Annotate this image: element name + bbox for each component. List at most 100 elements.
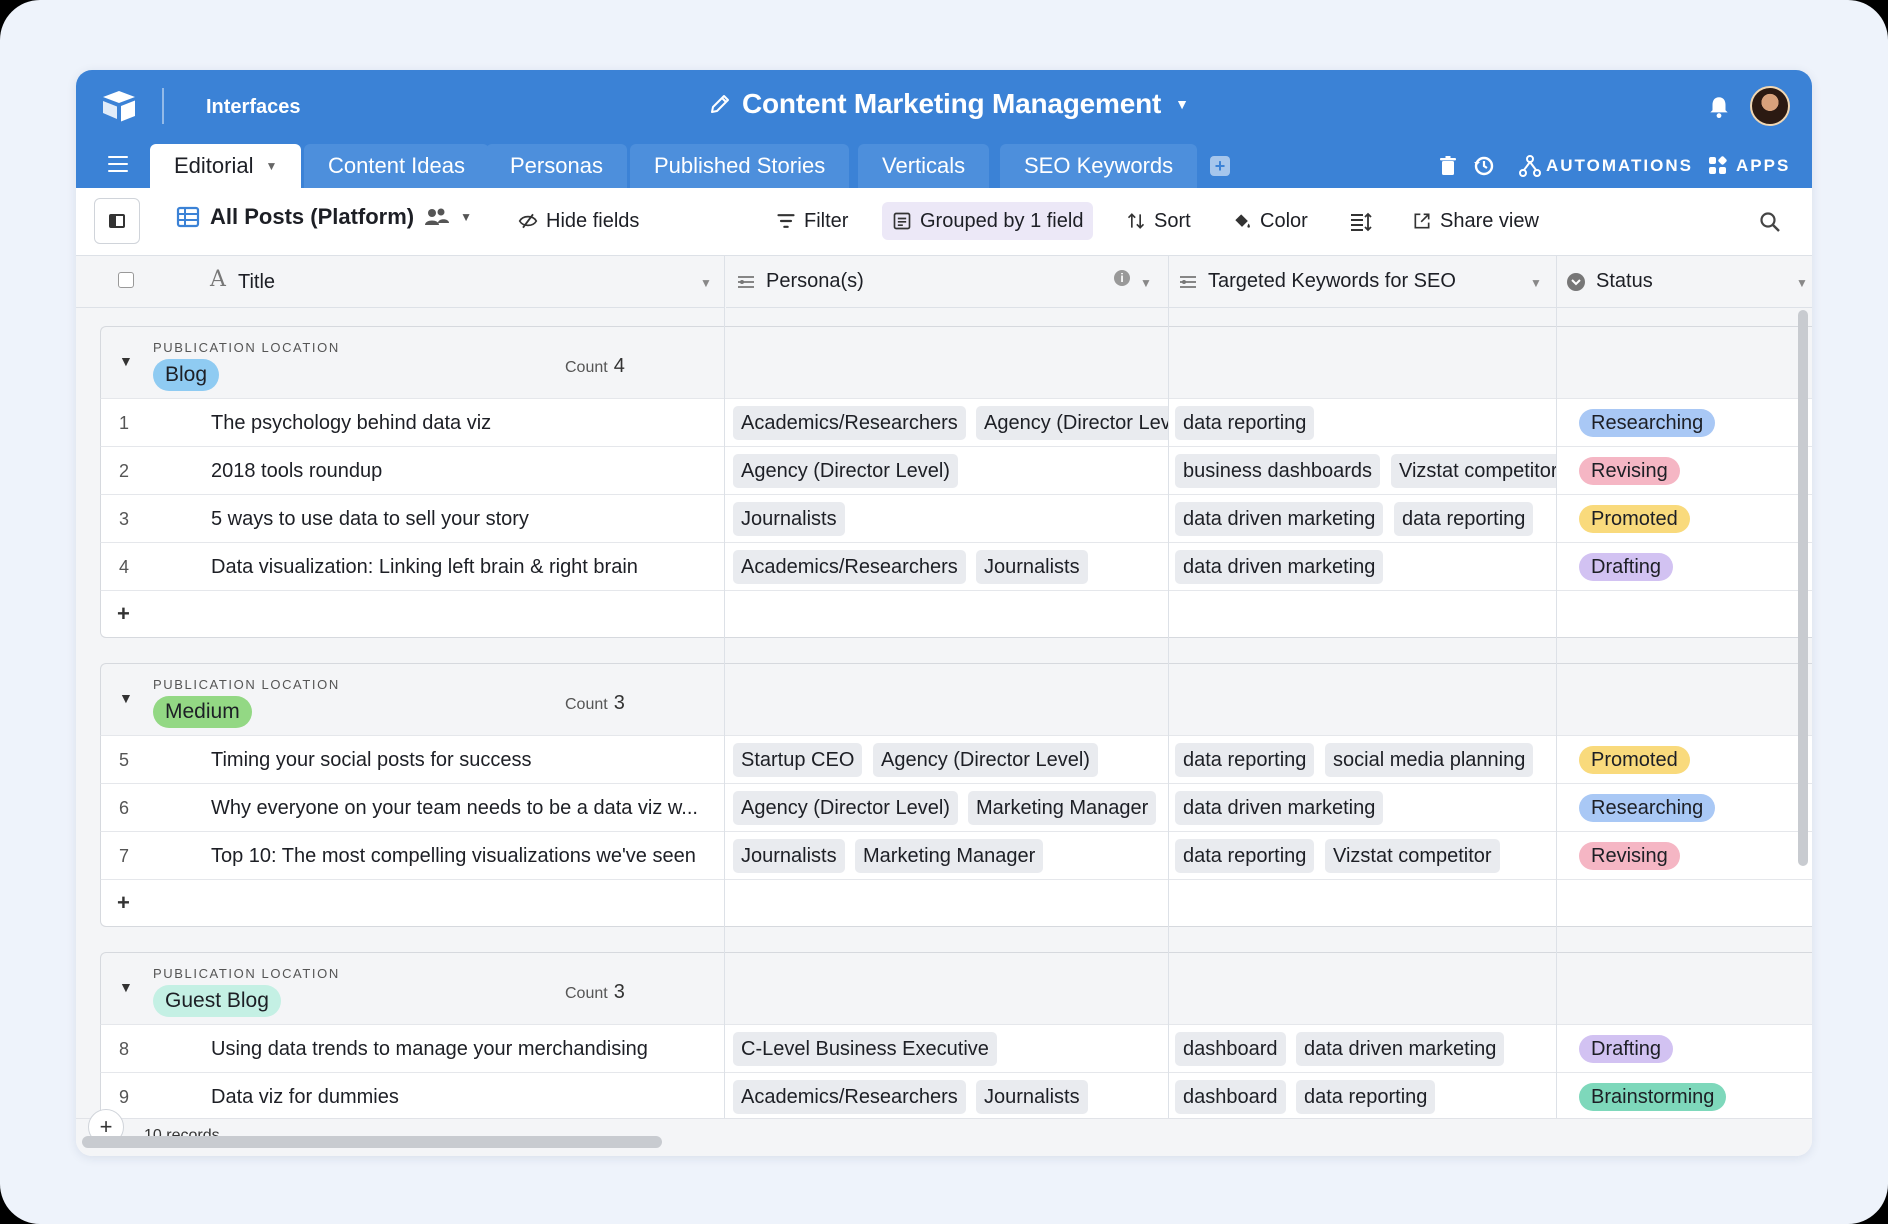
row-title[interactable]: 5 ways to use data to sell your story	[211, 508, 727, 531]
trash-icon[interactable]	[1436, 154, 1460, 178]
collapse-triangle-icon[interactable]: ▼	[119, 979, 133, 995]
sort-button[interactable]: Sort	[1116, 202, 1201, 240]
row-title[interactable]: Data viz for dummies	[211, 1086, 727, 1109]
interfaces-link[interactable]: Interfaces	[206, 96, 301, 119]
persona-chip[interactable]: Academics/Researchers	[733, 1080, 966, 1114]
tab-content-ideas[interactable]: Content Ideas	[304, 144, 489, 188]
automations-button[interactable]: AUTOMATIONS	[1546, 156, 1693, 176]
keyword-chip[interactable]: data reporting	[1296, 1080, 1436, 1114]
chevron-down-icon: ▼	[265, 159, 278, 173]
keyword-chip[interactable]: Vizstat competitor	[1391, 454, 1557, 488]
tab-label: Editorial	[174, 153, 254, 178]
tab-editorial[interactable]: Editorial ▼	[150, 144, 302, 188]
filter-button[interactable]: Filter	[766, 202, 858, 240]
persona-chip[interactable]: Journalists	[976, 1080, 1088, 1114]
vertical-scrollbar[interactable]	[1798, 310, 1808, 866]
persona-chip[interactable]: Journalists	[733, 839, 845, 873]
tab-personas[interactable]: Personas	[486, 144, 627, 188]
persona-chip[interactable]: Agency (Director Level)	[873, 743, 1098, 777]
horizontal-scrollbar[interactable]	[82, 1136, 662, 1148]
column-header-title[interactable]: A Title ▼	[76, 256, 724, 308]
status-badge[interactable]: Researching	[1579, 409, 1716, 437]
airtable-logo-icon[interactable]	[100, 88, 138, 124]
status-badge[interactable]: Revising	[1579, 457, 1680, 485]
persona-chip[interactable]: Marketing Manager	[968, 791, 1157, 825]
column-header-personas[interactable]: Persona(s) i ▼	[726, 256, 1168, 308]
single-select-icon	[1567, 272, 1585, 291]
row-title[interactable]: Timing your social posts for success	[211, 749, 727, 772]
status-badge[interactable]: Promoted	[1579, 746, 1690, 774]
persona-chip[interactable]: Academics/Researchers	[733, 406, 966, 440]
status-badge[interactable]: Drafting	[1579, 553, 1674, 581]
row-title[interactable]: Using data trends to manage your merchan…	[211, 1038, 727, 1061]
group-count-label: Count	[565, 359, 608, 376]
keyword-chip[interactable]: data driven marketing	[1175, 502, 1384, 536]
tab-label: SEO Keywords	[1024, 153, 1174, 178]
persona-chip[interactable]: Journalists	[976, 550, 1088, 584]
tab-published-stories[interactable]: Published Stories	[630, 144, 850, 188]
keyword-chip[interactable]: social media planning	[1325, 743, 1534, 777]
status-badge[interactable]: Researching	[1579, 794, 1716, 822]
column-header-status[interactable]: Status ▼	[1556, 256, 1812, 308]
search-icon[interactable]	[1758, 210, 1782, 234]
row-title[interactable]: Top 10: The most compelling visualizatio…	[211, 845, 727, 868]
row-height-icon[interactable]	[1348, 210, 1372, 234]
group-count: Count 3	[565, 692, 625, 715]
keyword-chip[interactable]: data reporting	[1394, 502, 1534, 536]
persona-chip[interactable]: Agency (Director Lev	[976, 406, 1169, 440]
persona-chip[interactable]: Marketing Manager	[855, 839, 1044, 873]
keyword-chip[interactable]: dashboard	[1175, 1032, 1286, 1066]
add-tab-button[interactable]: +	[1210, 156, 1230, 176]
persona-chip[interactable]: Agency (Director Level)	[733, 454, 958, 488]
view-switcher[interactable]: All Posts (Platform) ▼	[176, 204, 472, 230]
group-button[interactable]: Grouped by 1 field	[882, 202, 1094, 240]
header-divider	[162, 88, 164, 124]
keyword-chip[interactable]: Vizstat competitor	[1325, 839, 1500, 873]
persona-chip[interactable]: Academics/Researchers	[733, 550, 966, 584]
keyword-chip[interactable]: data driven marketing	[1175, 550, 1384, 584]
status-badge[interactable]: Brainstorming	[1579, 1083, 1727, 1111]
paint-bucket-icon	[1235, 214, 1250, 228]
keyword-chip[interactable]: data driven marketing	[1175, 791, 1384, 825]
color-button[interactable]: Color	[1222, 202, 1318, 240]
tab-seo-keywords[interactable]: SEO Keywords	[1000, 144, 1198, 188]
menu-icon[interactable]	[108, 156, 128, 172]
persona-chip[interactable]: C-Level Business Executive	[733, 1032, 997, 1066]
persona-chip[interactable]: Agency (Director Level)	[733, 791, 958, 825]
keyword-chip[interactable]: data reporting	[1175, 839, 1315, 873]
history-icon[interactable]	[1472, 154, 1496, 178]
row-title[interactable]: 2018 tools roundup	[211, 460, 727, 483]
row-number: 8	[119, 1039, 130, 1059]
row-title[interactable]: Why everyone on your team needs to be a …	[211, 797, 727, 820]
share-view-button[interactable]: Share view	[1402, 202, 1549, 240]
base-name: Content Marketing Management	[742, 88, 1162, 119]
keyword-chip[interactable]: data reporting	[1175, 743, 1315, 777]
linked-record-icon	[1180, 275, 1196, 288]
chevron-down-icon: ▼	[1175, 96, 1189, 112]
persona-chip[interactable]: Journalists	[733, 502, 845, 536]
tab-verticals[interactable]: Verticals	[858, 144, 990, 188]
persona-chip[interactable]: Startup CEO	[733, 743, 863, 777]
keyword-chip[interactable]: data reporting	[1175, 406, 1315, 440]
status-badge[interactable]: Drafting	[1579, 1035, 1674, 1063]
column-header-keywords[interactable]: Targeted Keywords for SEO ▼	[1168, 256, 1556, 308]
select-all-checkbox[interactable]	[118, 272, 134, 288]
user-avatar[interactable]	[1750, 86, 1790, 126]
row-title[interactable]: Data visualization: Linking left brain &…	[211, 556, 727, 579]
sidebar-toggle-button[interactable]	[94, 198, 140, 244]
collapse-triangle-icon[interactable]: ▼	[119, 690, 133, 706]
group-icon	[893, 212, 911, 230]
apps-button[interactable]: APPS	[1736, 156, 1790, 176]
status-badge[interactable]: Promoted	[1579, 505, 1690, 533]
keyword-chip[interactable]: data driven marketing	[1296, 1032, 1505, 1066]
collapse-triangle-icon[interactable]: ▼	[119, 353, 133, 369]
bell-icon[interactable]	[1706, 94, 1732, 120]
row-title[interactable]: The psychology behind data viz	[211, 412, 727, 435]
status-badge[interactable]: Revising	[1579, 842, 1680, 870]
keyword-chip[interactable]: dashboard	[1175, 1080, 1286, 1114]
hide-fields-button[interactable]: Hide fields	[508, 202, 649, 240]
info-icon[interactable]: i	[1114, 270, 1130, 286]
keyword-chip[interactable]: business dashboards	[1175, 454, 1381, 488]
chevron-down-icon: ▼	[1796, 276, 1808, 290]
base-title[interactable]: Content Marketing Management ▼	[708, 88, 1189, 120]
